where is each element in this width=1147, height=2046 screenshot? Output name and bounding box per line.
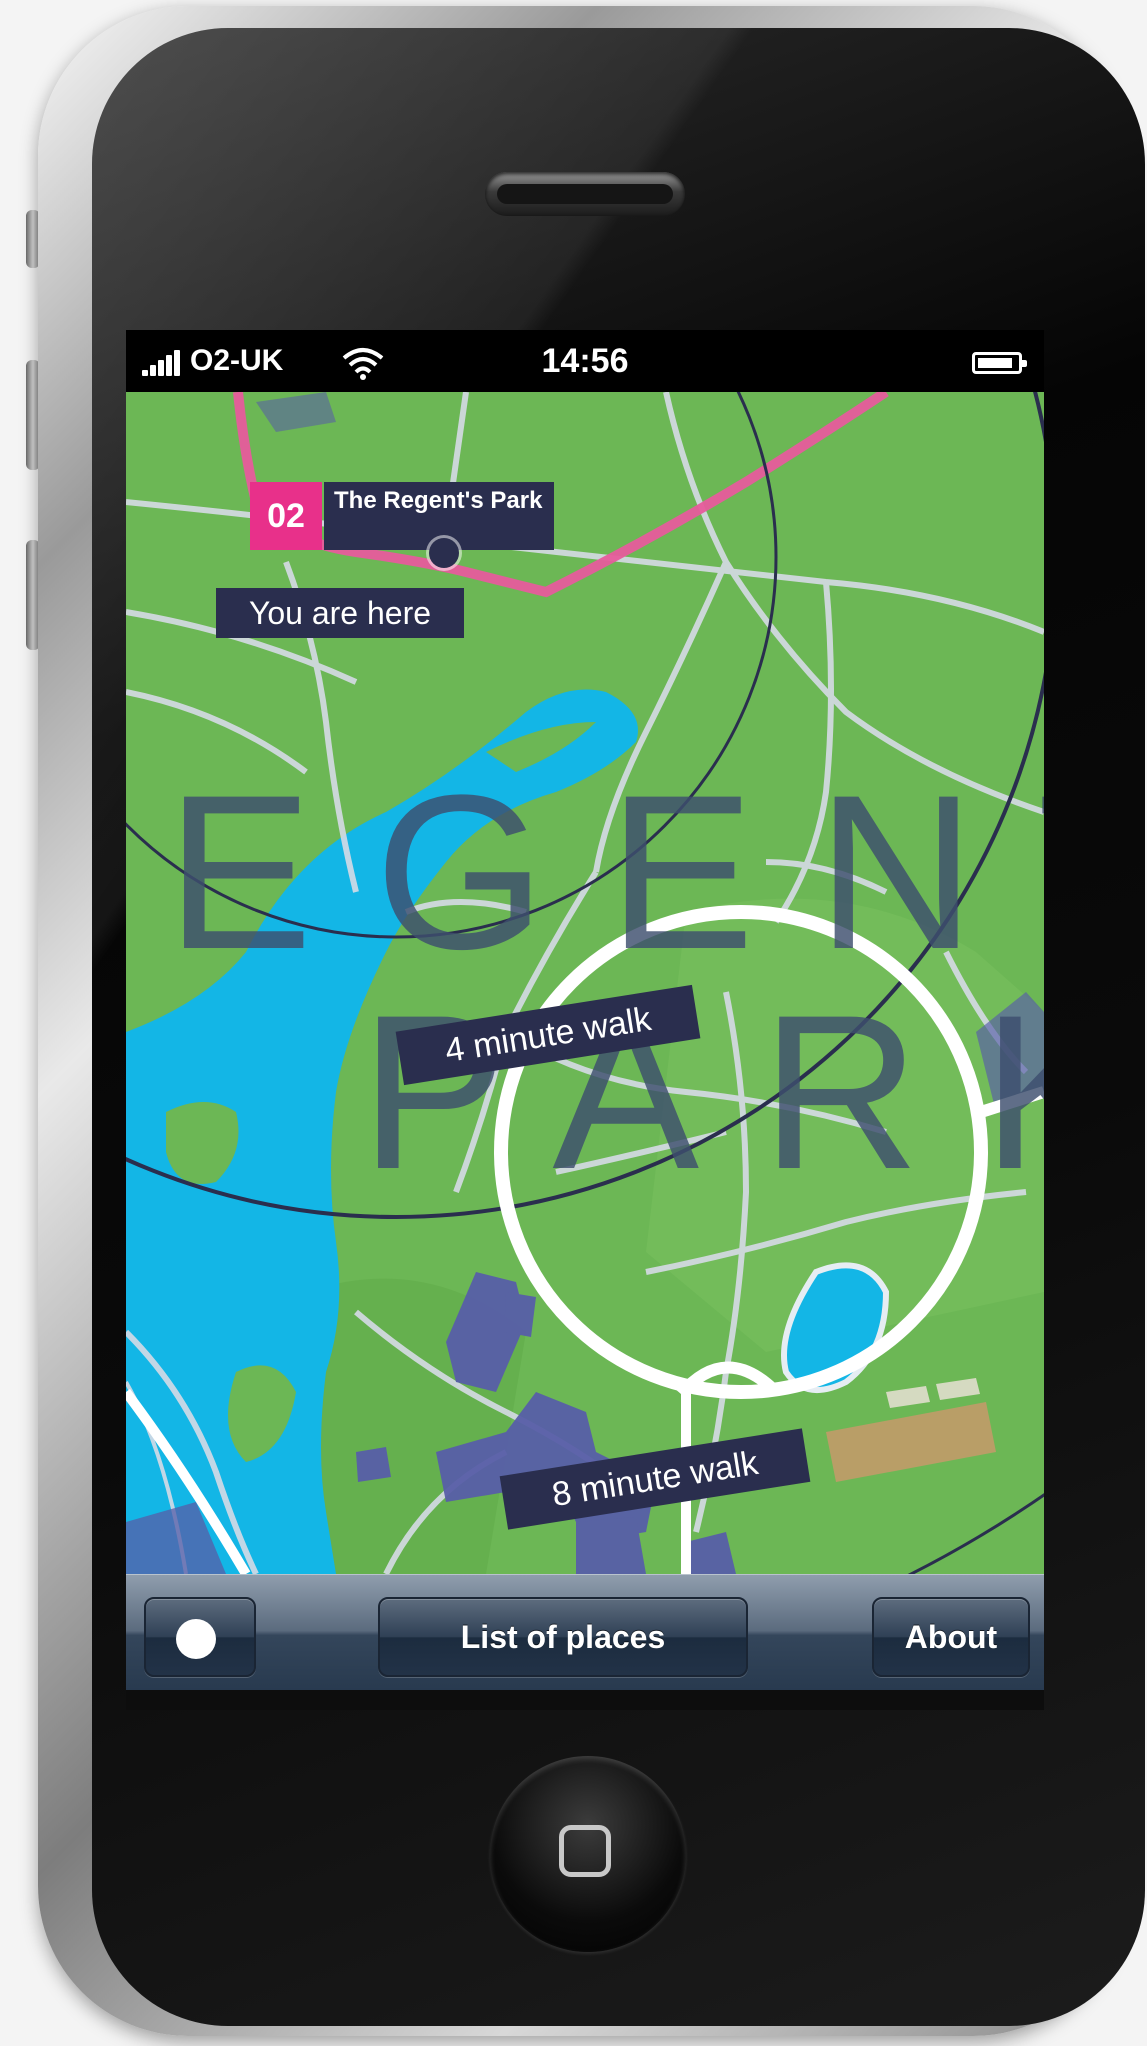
home-button[interactable] bbox=[490, 1756, 686, 1952]
about-button[interactable]: About bbox=[872, 1597, 1030, 1677]
status-bar: O2-UK 14:56 bbox=[126, 330, 1044, 392]
area-label-park: PARK bbox=[360, 969, 1044, 1215]
list-of-places-button[interactable]: List of places bbox=[378, 1597, 748, 1677]
earpiece-speaker bbox=[485, 172, 685, 216]
you-are-here-label: You are here bbox=[216, 588, 464, 638]
area-label-regent: EGENT bbox=[166, 749, 1044, 995]
bottom-toolbar: List of places About bbox=[126, 1574, 1044, 1691]
home-button-icon bbox=[559, 1825, 611, 1877]
locate-me-button[interactable] bbox=[144, 1597, 256, 1677]
place-number-badge: 02 bbox=[250, 482, 322, 550]
battery-icon bbox=[972, 352, 1027, 374]
map-view[interactable]: EGENT PARK 4 minute walk 8 minute walk 0… bbox=[126, 392, 1044, 1574]
current-location-marker bbox=[429, 538, 459, 568]
status-clock: 14:56 bbox=[541, 342, 629, 380]
device-frame: O2-UK 14:56 EGEN PAR 4 minute walk 8 min… bbox=[0, 0, 1147, 2046]
screen: O2-UK 14:56 EGEN PAR 4 minute walk 8 min… bbox=[126, 330, 1044, 1710]
screen-bottom-rim bbox=[126, 1690, 1044, 1710]
current-location-icon bbox=[176, 1619, 216, 1659]
